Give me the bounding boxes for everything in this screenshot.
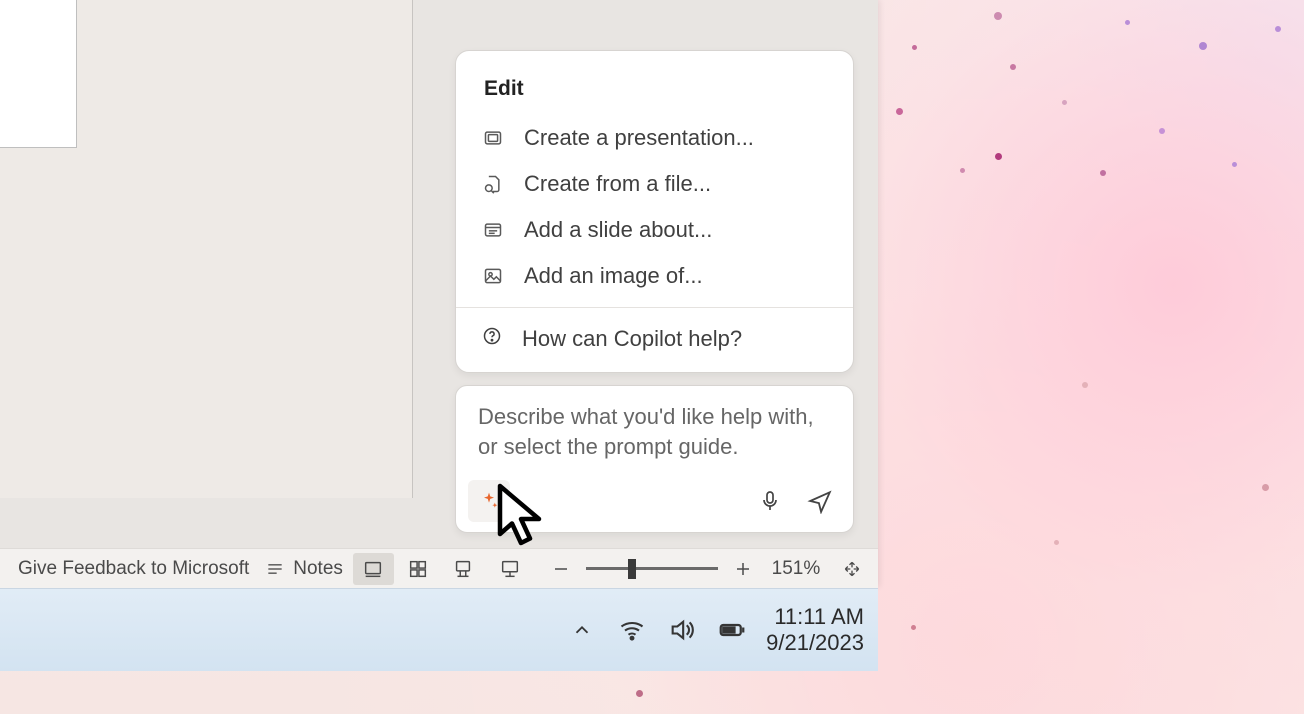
zoom-out-button[interactable] — [546, 554, 576, 584]
send-icon — [807, 488, 833, 514]
microphone-button[interactable] — [749, 480, 791, 522]
slideshow-icon — [499, 558, 521, 580]
copilot-item-create-from-file[interactable]: Create from a file... — [456, 161, 853, 207]
notes-label: Notes — [293, 558, 343, 580]
slide-editor-area — [0, 0, 412, 498]
wifi-button[interactable] — [616, 614, 648, 646]
system-tray: 11:11 AM 9/21/2023 — [566, 589, 870, 671]
zoom-slider[interactable] — [586, 567, 718, 570]
copilot-help-link[interactable]: How can Copilot help? — [456, 307, 853, 372]
copilot-item-add-slide[interactable]: Add a slide about... — [456, 207, 853, 253]
copilot-item-create-presentation[interactable]: Create a presentation... — [456, 115, 853, 161]
presentation-icon — [482, 127, 504, 149]
copilot-item-label: Add a slide about... — [524, 217, 712, 243]
slide-canvas[interactable] — [0, 0, 76, 147]
help-icon — [482, 326, 502, 352]
zoom-percent[interactable]: 151% — [768, 558, 824, 580]
prompt-guide-button[interactable] — [468, 480, 510, 522]
file-search-icon — [482, 173, 504, 195]
zoom-in-button[interactable] — [728, 554, 758, 584]
battery-icon — [717, 615, 747, 645]
fit-icon — [842, 559, 862, 579]
copilot-prompt-box[interactable]: Describe what you'd like help with, or s… — [455, 385, 854, 533]
copilot-menu: Edit Create a presentation... Create fro… — [455, 50, 854, 373]
volume-button[interactable] — [666, 614, 698, 646]
powerpoint-window: Edit Create a presentation... Create fro… — [0, 0, 878, 587]
notes-button[interactable]: Notes — [257, 549, 351, 588]
battery-button[interactable] — [716, 614, 748, 646]
sparkle-icon — [479, 491, 499, 511]
copilot-item-label: Create a presentation... — [524, 125, 754, 151]
send-button[interactable] — [799, 480, 841, 522]
slide-sorter-button[interactable] — [398, 553, 439, 585]
notes-icon — [265, 559, 285, 579]
taskbar-clock[interactable]: 11:11 AM 9/21/2023 — [766, 604, 870, 657]
chevron-up-icon — [571, 619, 593, 641]
slideshow-button[interactable] — [489, 553, 530, 585]
fit-to-window-button[interactable] — [834, 553, 870, 585]
feedback-button[interactable]: Give Feedback to Microsoft — [0, 549, 257, 588]
zoom-control: 151% — [538, 553, 878, 585]
reading-view-icon — [452, 558, 474, 580]
copilot-section-label: Edit — [456, 51, 853, 115]
reading-view-button[interactable] — [442, 553, 483, 585]
speaker-icon — [668, 616, 696, 644]
status-bar: Give Feedback to Microsoft Notes — [0, 548, 878, 588]
clock-date: 9/21/2023 — [766, 630, 864, 656]
minus-icon — [552, 560, 570, 578]
zoom-slider-thumb[interactable] — [628, 559, 636, 579]
copilot-help-label: How can Copilot help? — [522, 326, 742, 352]
image-icon — [482, 265, 504, 287]
normal-view-button[interactable] — [353, 553, 394, 585]
copilot-item-add-image[interactable]: Add an image of... — [456, 253, 853, 299]
copilot-item-label: Create from a file... — [524, 171, 711, 197]
copilot-prompt-placeholder: Describe what you'd like help with, or s… — [478, 402, 831, 461]
slide-sorter-icon — [407, 558, 429, 580]
microphone-icon — [758, 489, 782, 513]
tray-overflow-button[interactable] — [566, 614, 598, 646]
wifi-icon — [618, 616, 646, 644]
normal-view-icon — [362, 558, 384, 580]
copilot-item-label: Add an image of... — [524, 263, 703, 289]
clock-time: 11:11 AM — [766, 604, 864, 630]
slide-icon — [482, 219, 504, 241]
windows-taskbar: 11:11 AM 9/21/2023 — [0, 588, 878, 671]
plus-icon — [734, 560, 752, 578]
